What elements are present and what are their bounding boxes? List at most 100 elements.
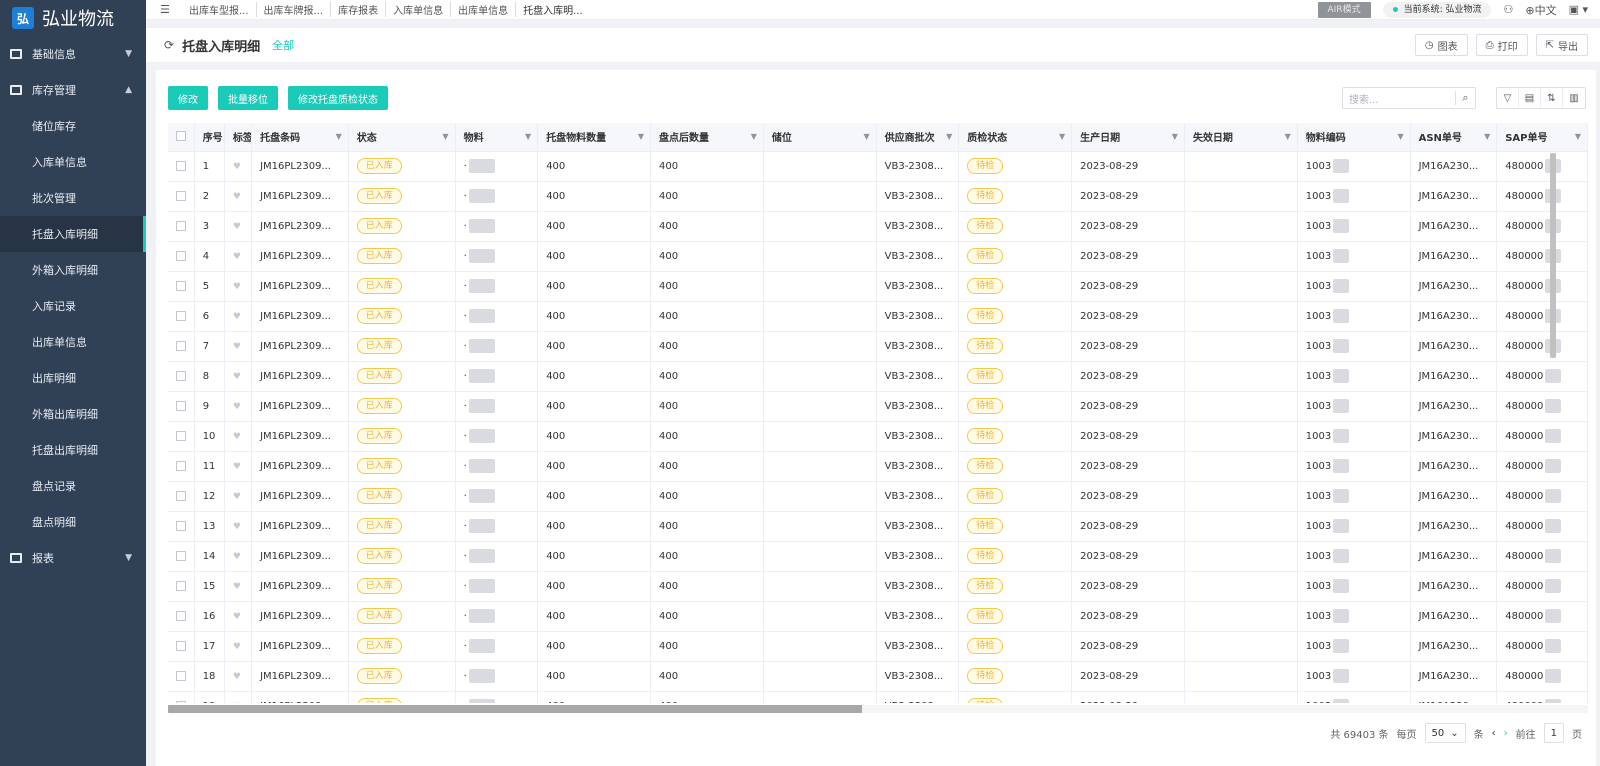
filter-all-link[interactable]: 全部 <box>272 37 294 53</box>
language-switch[interactable]: ⊕中文 <box>1525 2 1556 18</box>
tag-cell[interactable]: ♥ <box>224 541 253 572</box>
tag-cell[interactable]: ♥ <box>224 271 253 302</box>
table-row[interactable]: 3 ♥ JM16PL2309... 已入库 · 400 400 VB3-2308... 待检 20… <box>168 211 1588 242</box>
row-checkbox[interactable] <box>176 160 186 171</box>
checkbox[interactable] <box>176 131 186 142</box>
tag-icon[interactable]: ♥ <box>233 552 241 562</box>
row-checkbox[interactable] <box>176 280 186 291</box>
column-filter-icon[interactable]: ▼ <box>442 132 448 141</box>
tag-cell[interactable]: ♥ <box>224 601 253 632</box>
row-select[interactable] <box>168 241 195 272</box>
column-header[interactable]: 序号 <box>194 123 225 152</box>
user-icon[interactable]: ⚇ <box>1503 3 1513 16</box>
row-checkbox[interactable] <box>176 580 186 591</box>
row-select[interactable] <box>168 391 195 422</box>
tag-icon[interactable]: ♥ <box>233 612 241 622</box>
tag-cell[interactable]: ♥ <box>224 421 253 452</box>
tag-cell[interactable]: ♥ <box>224 181 253 212</box>
tab[interactable]: 库存报表 <box>331 2 387 17</box>
tag-icon[interactable]: ♥ <box>233 252 241 262</box>
tag-cell[interactable]: ♥ <box>224 241 253 272</box>
column-header[interactable]: 物料 ▼ <box>455 123 539 152</box>
next-page-icon[interactable]: › <box>1504 728 1508 739</box>
export-button[interactable]: ⇱ 导出 <box>1535 34 1588 56</box>
row-select[interactable] <box>168 571 195 602</box>
tag-icon[interactable]: ♥ <box>233 492 241 502</box>
table-row[interactable]: 8 ♥ JM16PL2309... 已入库 · 400 400 VB3-2308... 待检 20… <box>168 361 1588 392</box>
column-header[interactable]: 质检状态 ▼ <box>958 123 1073 152</box>
column-filter-icon[interactable]: ▼ <box>864 132 870 141</box>
column-header[interactable]: 失效日期 ▼ <box>1184 123 1298 152</box>
stats-icon[interactable]: ▥ <box>1563 88 1585 108</box>
tab[interactable]: 出库单信息 <box>451 2 517 17</box>
column-header[interactable]: 托盘条码 ▼ <box>251 123 349 152</box>
row-select[interactable] <box>168 181 195 212</box>
tab[interactable]: 入库单信息 <box>386 2 452 17</box>
tag-icon[interactable]: ♥ <box>233 462 241 472</box>
tag-cell[interactable]: ♥ <box>224 451 253 482</box>
row-select[interactable] <box>168 331 195 362</box>
refresh-icon[interactable]: ⟳ <box>164 38 174 52</box>
row-checkbox[interactable] <box>176 520 186 531</box>
column-filter-icon[interactable]: ▼ <box>525 132 531 141</box>
column-header[interactable]: ASN单号 ▼ <box>1410 123 1498 152</box>
row-select[interactable] <box>168 151 195 182</box>
row-checkbox[interactable] <box>176 610 186 621</box>
sidebar-item[interactable]: 入库单信息 <box>0 144 146 180</box>
sidebar-item[interactable]: 外箱出库明细 <box>0 396 146 432</box>
tag-icon[interactable]: ♥ <box>233 582 241 592</box>
tag-cell[interactable]: ♥ <box>224 481 253 512</box>
table-row[interactable]: 7 ♥ JM16PL2309... 已入库 · 400 400 VB3-2308... 待检 20… <box>168 331 1588 362</box>
air-mode-badge[interactable]: AIR模式 <box>1317 1 1371 18</box>
row-checkbox[interactable] <box>176 340 186 351</box>
sidebar-item[interactable]: 盘点记录 <box>0 468 146 504</box>
row-select[interactable] <box>168 301 195 332</box>
column-header[interactable]: 物料编码 ▼ <box>1297 123 1411 152</box>
chart-button[interactable]: ◷ 图表 <box>1414 34 1468 56</box>
table-row[interactable]: 15 ♥ JM16PL2309... 已入库 · 400 400 VB3-2308... 待检 2… <box>168 571 1588 602</box>
column-header[interactable]: 储位 ▼ <box>763 123 877 152</box>
row-select[interactable] <box>168 271 195 302</box>
tag-cell[interactable]: ♥ <box>224 661 253 692</box>
columns-icon[interactable]: ▤ <box>1519 88 1541 108</box>
tag-icon[interactable]: ♥ <box>233 372 241 382</box>
row-select[interactable] <box>168 211 195 242</box>
tag-icon[interactable]: ♥ <box>233 672 241 682</box>
menu-toggle-icon[interactable]: ☰ <box>160 3 172 16</box>
column-filter-icon[interactable]: ▼ <box>1484 132 1490 141</box>
page-input[interactable]: 1 <box>1543 723 1564 743</box>
brand-logo[interactable]: 弘 弘业物流 <box>0 0 146 36</box>
tag-cell[interactable]: ♥ <box>224 211 253 242</box>
scrollbar-thumb[interactable] <box>168 705 862 713</box>
sidebar-item[interactable]: 入库记录 <box>0 288 146 324</box>
menu-group-inventory[interactable]: 库存管理 ▲ <box>0 72 146 108</box>
row-checkbox[interactable] <box>176 220 186 231</box>
row-select[interactable] <box>168 361 195 392</box>
sidebar-item[interactable]: 外箱入库明细 <box>0 252 146 288</box>
column-header[interactable]: 生产日期 ▼ <box>1071 123 1185 152</box>
row-select[interactable] <box>168 451 195 482</box>
tag-icon[interactable]: ♥ <box>233 282 241 292</box>
tag-cell[interactable]: ♥ <box>224 631 253 662</box>
sidebar-item[interactable]: 盘点明细 <box>0 504 146 540</box>
density-icon[interactable]: ⇅ <box>1541 88 1563 108</box>
column-filter-icon[interactable]: ▼ <box>1285 132 1291 141</box>
table-row[interactable]: 18 ♥ JM16PL2309... 已入库 · 400 400 VB3-2308... 待检 2… <box>168 661 1588 692</box>
edit-button[interactable]: 修改 <box>168 86 208 110</box>
row-checkbox[interactable] <box>176 460 186 471</box>
column-header[interactable]: 盘点后数量 ▼ <box>650 123 764 152</box>
column-filter-icon[interactable]: ▼ <box>638 132 644 141</box>
table-row[interactable]: 11 ♥ JM16PL2309... 已入库 · 400 400 VB3-2308... 待检 2… <box>168 451 1588 482</box>
select-all-checkbox[interactable] <box>168 123 195 152</box>
column-header[interactable]: 状态 ▼ <box>348 123 456 152</box>
tag-cell[interactable]: ♥ <box>224 301 253 332</box>
table-row[interactable]: 5 ♥ JM16PL2309... 已入库 · 400 400 VB3-2308... 待检 20… <box>168 271 1588 302</box>
row-checkbox[interactable] <box>176 250 186 261</box>
table-row[interactable]: 13 ♥ JM16PL2309... 已入库 · 400 400 VB3-2308... 待检 2… <box>168 511 1588 542</box>
sidebar-item[interactable]: 储位库存 <box>0 108 146 144</box>
row-checkbox[interactable] <box>176 640 186 651</box>
tag-icon[interactable]: ♥ <box>233 402 241 412</box>
table-row[interactable]: 14 ♥ JM16PL2309... 已入库 · 400 400 VB3-2308... 待检 2… <box>168 541 1588 572</box>
tag-icon[interactable]: ♥ <box>233 312 241 322</box>
row-checkbox[interactable] <box>176 490 186 501</box>
